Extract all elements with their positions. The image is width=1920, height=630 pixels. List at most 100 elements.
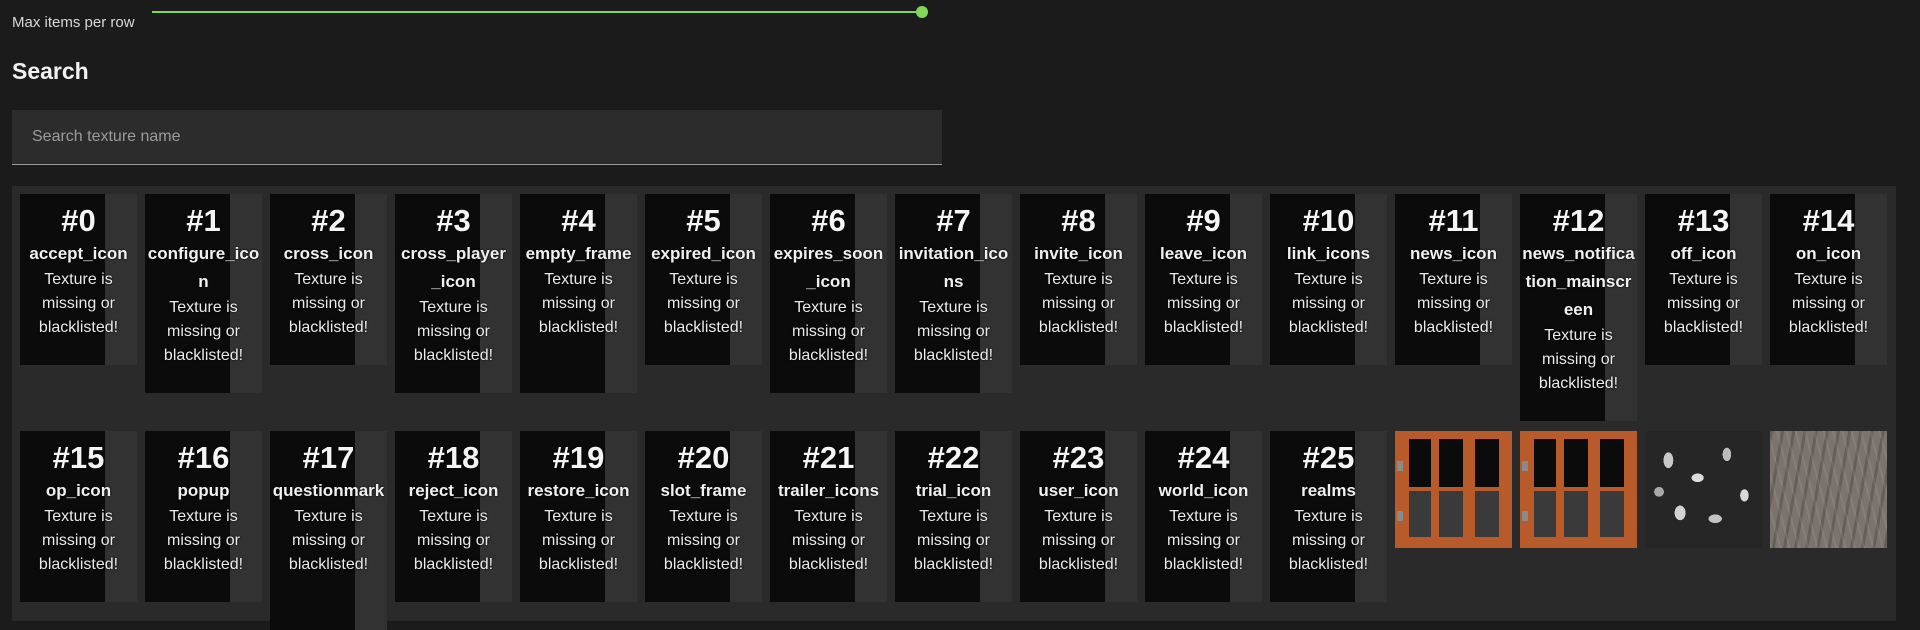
missing-texture-message: Texture is missing or blacklisted!	[663, 271, 744, 336]
texture-name: trailer_icons	[777, 481, 880, 500]
texture-index: #8	[1061, 203, 1096, 238]
search-input[interactable]	[12, 110, 942, 164]
texture-grid: #0 accept_icon Texture is missing or black…	[12, 186, 1896, 630]
missing-texture-message: Texture is missing or blacklisted!	[163, 299, 244, 364]
texture-index: #7	[936, 203, 971, 238]
texture-name: cross_player_icon	[401, 244, 506, 291]
texture-name: invite_icon	[1034, 244, 1123, 263]
texture-tile[interactable]: #20 slot_frame Texture is missing or black…	[645, 431, 762, 602]
texture-name: world_icon	[1158, 481, 1249, 500]
leaves-texture-icon[interactable]	[1645, 431, 1762, 548]
texture-index: #21	[802, 440, 855, 475]
texture-tile[interactable]: #13 off_icon Texture is missing or blackli…	[1645, 194, 1762, 365]
texture-index: #20	[677, 440, 730, 475]
missing-texture-message: Texture is missing or blacklisted!	[163, 508, 244, 573]
window-texture-icon[interactable]	[1520, 431, 1637, 548]
texture-tile[interactable]: #21 trailer_icons Texture is missing or bl…	[770, 431, 887, 602]
texture-index: #12	[1552, 203, 1605, 238]
texture-name: popup	[177, 481, 230, 500]
texture-index: #22	[927, 440, 980, 475]
texture-index: #6	[811, 203, 846, 238]
max-items-slider-thumb[interactable]	[916, 6, 928, 18]
texture-index: #1	[186, 203, 221, 238]
missing-texture-message: Texture is missing or blacklisted!	[1413, 271, 1494, 336]
missing-texture-message: Texture is missing or blacklisted!	[1663, 271, 1744, 336]
texture-index: #0	[61, 203, 96, 238]
texture-tile[interactable]: #7 invitation_icons Texture is missing or …	[895, 194, 1012, 393]
texture-name: link_icons	[1286, 244, 1371, 263]
missing-texture-message: Texture is missing or blacklisted!	[1788, 271, 1869, 336]
stone-texture-icon[interactable]	[1770, 431, 1887, 548]
texture-tile[interactable]: #17 questionmark Texture is missing or bla…	[270, 431, 387, 630]
texture-tile[interactable]: #18 reject_icon Texture is missing or blac…	[395, 431, 512, 602]
texture-index: #19	[552, 440, 605, 475]
texture-name: user_icon	[1038, 481, 1119, 500]
texture-tile[interactable]: #4 empty_frame Texture is missing or black…	[520, 194, 637, 393]
texture-index: #17	[302, 440, 355, 475]
texture-tile[interactable]: #11 news_icon Texture is missing or blackl…	[1395, 194, 1512, 365]
texture-index: #2	[311, 203, 346, 238]
texture-name: slot_frame	[660, 481, 747, 500]
texture-name: restore_icon	[527, 481, 630, 500]
texture-index: #11	[1428, 203, 1479, 238]
texture-tile[interactable]: #0 accept_icon Texture is missing or black…	[20, 194, 137, 365]
missing-texture-message: Texture is missing or blacklisted!	[663, 508, 744, 573]
texture-tile[interactable]: #9 leave_icon Texture is missing or blackl…	[1145, 194, 1262, 365]
texture-tile[interactable]: #5 expired_icon Texture is missing or blac…	[645, 194, 762, 365]
texture-name: accept_icon	[29, 244, 128, 263]
missing-texture-message: Texture is missing or blacklisted!	[1288, 508, 1369, 573]
texture-name: reject_icon	[408, 481, 499, 500]
texture-name: on_icon	[1795, 244, 1862, 263]
texture-name: questionmark	[272, 481, 385, 500]
texture-tile[interactable]: #2 cross_icon Texture is missing or blackl…	[270, 194, 387, 365]
missing-texture-message: Texture is missing or blacklisted!	[1038, 271, 1119, 336]
missing-texture-message: Texture is missing or blacklisted!	[913, 299, 994, 364]
texture-index: #25	[1302, 440, 1355, 475]
texture-tile[interactable]: #1 configure_icon Texture is missing or bl…	[145, 194, 262, 393]
texture-name: cross_icon	[283, 244, 374, 263]
texture-tile[interactable]: #16 popup Texture is missing or blackliste…	[145, 431, 262, 602]
texture-tile[interactable]: #22 trial_icon Texture is missing or black…	[895, 431, 1012, 602]
texture-tile[interactable]: #6 expires_soon_icon Texture is missing or…	[770, 194, 887, 393]
missing-texture-message: Texture is missing or blacklisted!	[288, 271, 369, 336]
texture-index: #13	[1677, 203, 1730, 238]
texture-name: leave_icon	[1160, 244, 1247, 263]
texture-index: #4	[561, 203, 596, 238]
texture-tile[interactable]: #3 cross_player_icon Texture is missing or…	[395, 194, 512, 393]
texture-name: empty_frame	[525, 244, 632, 263]
texture-index: #9	[1186, 203, 1221, 238]
texture-tile[interactable]: #8 invite_icon Texture is missing or black…	[1020, 194, 1137, 365]
texture-name: news_notification_mainscreen	[1522, 244, 1635, 319]
texture-tile[interactable]: #19 restore_icon Texture is missing or bla…	[520, 431, 637, 602]
missing-texture-message: Texture is missing or blacklisted!	[1538, 327, 1619, 392]
missing-texture-message: Texture is missing or blacklisted!	[413, 508, 494, 573]
texture-tile[interactable]: #15 op_icon Texture is missing or blacklis…	[20, 431, 137, 602]
texture-name: configure_icon	[147, 244, 260, 291]
missing-texture-message: Texture is missing or blacklisted!	[538, 271, 619, 336]
search-field[interactable]	[12, 110, 942, 165]
missing-texture-message: Texture is missing or blacklisted!	[288, 508, 369, 573]
max-items-slider-track[interactable]	[152, 11, 922, 13]
texture-tile[interactable]: #12 news_notification_mainscreen Texture i…	[1520, 194, 1637, 421]
missing-texture-message: Texture is missing or blacklisted!	[38, 508, 119, 573]
texture-name: invitation_icons	[898, 244, 1009, 291]
texture-tile[interactable]: #14 on_icon Texture is missing or blacklis…	[1770, 194, 1887, 365]
missing-texture-message: Texture is missing or blacklisted!	[1288, 271, 1369, 336]
missing-texture-message: Texture is missing or blacklisted!	[1163, 271, 1244, 336]
window-texture-icon[interactable]	[1395, 431, 1512, 548]
texture-tile[interactable]: #10 link_icons Texture is missing or black…	[1270, 194, 1387, 365]
texture-index: #14	[1802, 203, 1855, 238]
texture-tile[interactable]: #23 user_icon Texture is missing or blackl…	[1020, 431, 1137, 602]
texture-index: #16	[177, 440, 230, 475]
texture-index: #24	[1177, 440, 1230, 475]
texture-name: expires_soon_icon	[773, 244, 884, 291]
texture-index: #18	[427, 440, 480, 475]
texture-tile[interactable]: #25 realms Texture is missing or blacklist…	[1270, 431, 1387, 602]
texture-name: trial_icon	[915, 481, 992, 500]
missing-texture-message: Texture is missing or blacklisted!	[38, 271, 119, 336]
missing-texture-message: Texture is missing or blacklisted!	[1038, 508, 1119, 573]
missing-texture-message: Texture is missing or blacklisted!	[788, 508, 869, 573]
texture-index: #3	[436, 203, 471, 238]
texture-tile[interactable]: #24 world_icon Texture is missing or black…	[1145, 431, 1262, 602]
texture-name: news_icon	[1410, 244, 1497, 263]
